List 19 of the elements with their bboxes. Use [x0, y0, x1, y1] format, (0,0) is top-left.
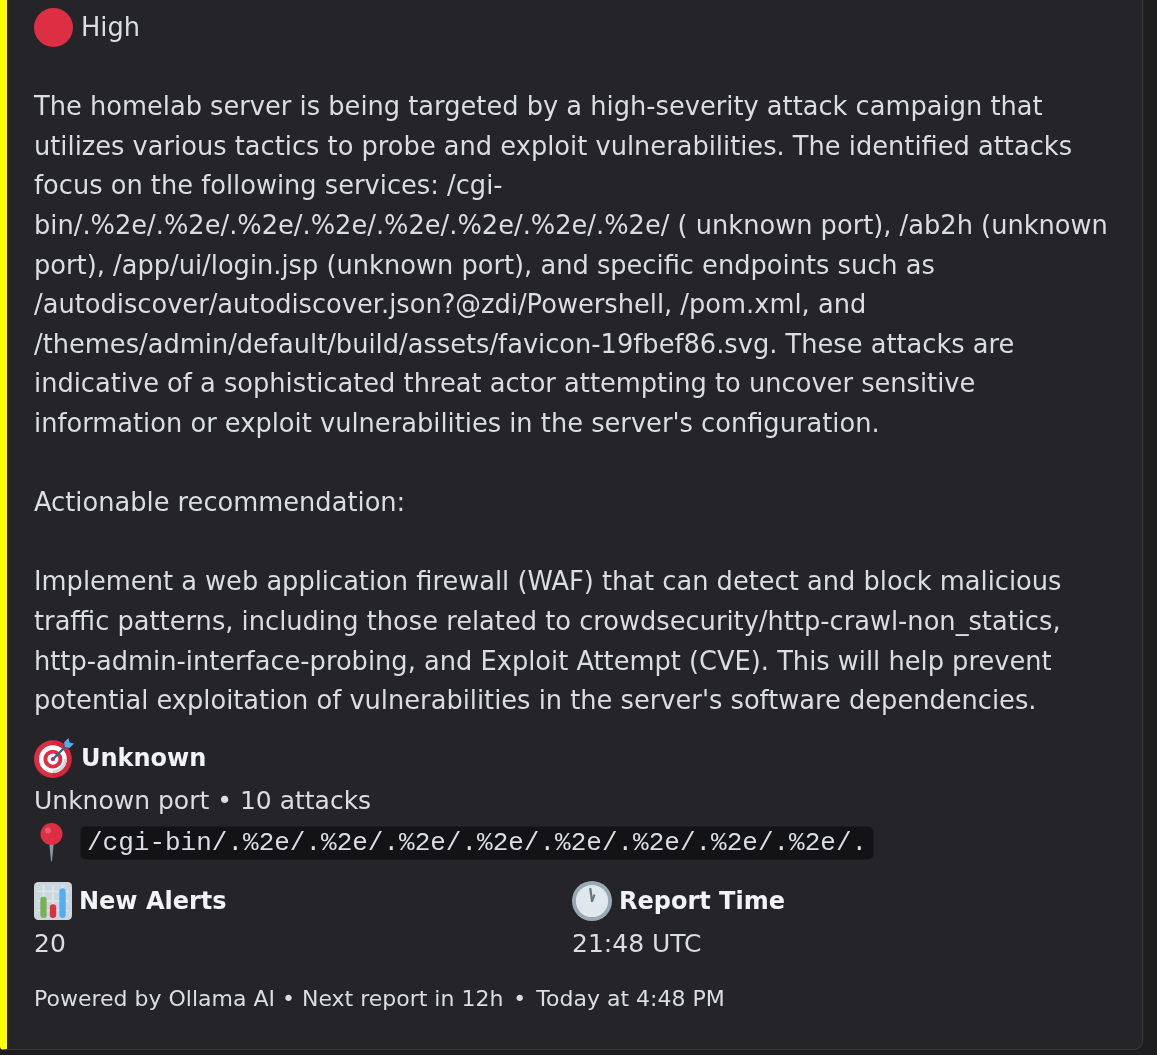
severity-label: High [81, 11, 141, 44]
code-snippet: /cgi-bin/.%2e/.%2e/.%2e/.%2e/.%2e/.%2e/.%2e/.%2e/. [80, 825, 875, 860]
footer-timestamp: Today at 4:48 PM [536, 984, 725, 1013]
clock-icon [572, 880, 612, 921]
field-title: New Alerts [79, 885, 227, 917]
field-value: Unknown port • 10 attacks [34, 784, 373, 817]
field-title: Report Time [619, 885, 785, 917]
field-value: 20 [34, 927, 67, 960]
dartboard-icon [34, 737, 74, 778]
footer-text: Powered by Ollama AI • Next report in 12h [34, 984, 504, 1013]
description-paragraph: Implement a web application firewall (WAF) that can detect and block malicious traffic patterns, including those related to crowdsecurity/http-crawl-non_statics, http-admin-interface-probing, and Exploit Attempt (CVE). This will help prevent potential exploitation of vulnerabilities in the server's software dependencies. [34, 565, 1063, 718]
field-title: Unknown [81, 742, 207, 774]
severity-dot-icon [34, 8, 73, 48]
description-paragraph: The homelab server is being targeted by a high-severity attack campaign that utilizes various tactics to probe and exploit vulnerabilities. The identified attacks focus on the following services: /cgi-bin/.%2e/.%2e/.%2e/.%2e/.%2e/.%2e/.%2e/.%2e/ ( unknown port), /ab2h (unknown port), /app/ui/login.jsp (unknown port), and specific endpoints such as /autodiscover/autodiscover.json?@zdi/Powershell, /pom.xml, and /themes/admin/default/build/assets/favicon-19fbef86.svg. These attacks are indicative of a sophisticated threat actor attempting to uncover sensitive information or exploit vulnerabilities in the server's configuration. [34, 90, 1109, 440]
bar-chart-icon [34, 881, 72, 920]
description-paragraph: Actionable recommendation: [34, 486, 407, 520]
footer-separator: • [513, 984, 527, 1013]
pushpin-icon [40, 823, 63, 863]
field-value: 21:48 UTC [572, 927, 703, 960]
